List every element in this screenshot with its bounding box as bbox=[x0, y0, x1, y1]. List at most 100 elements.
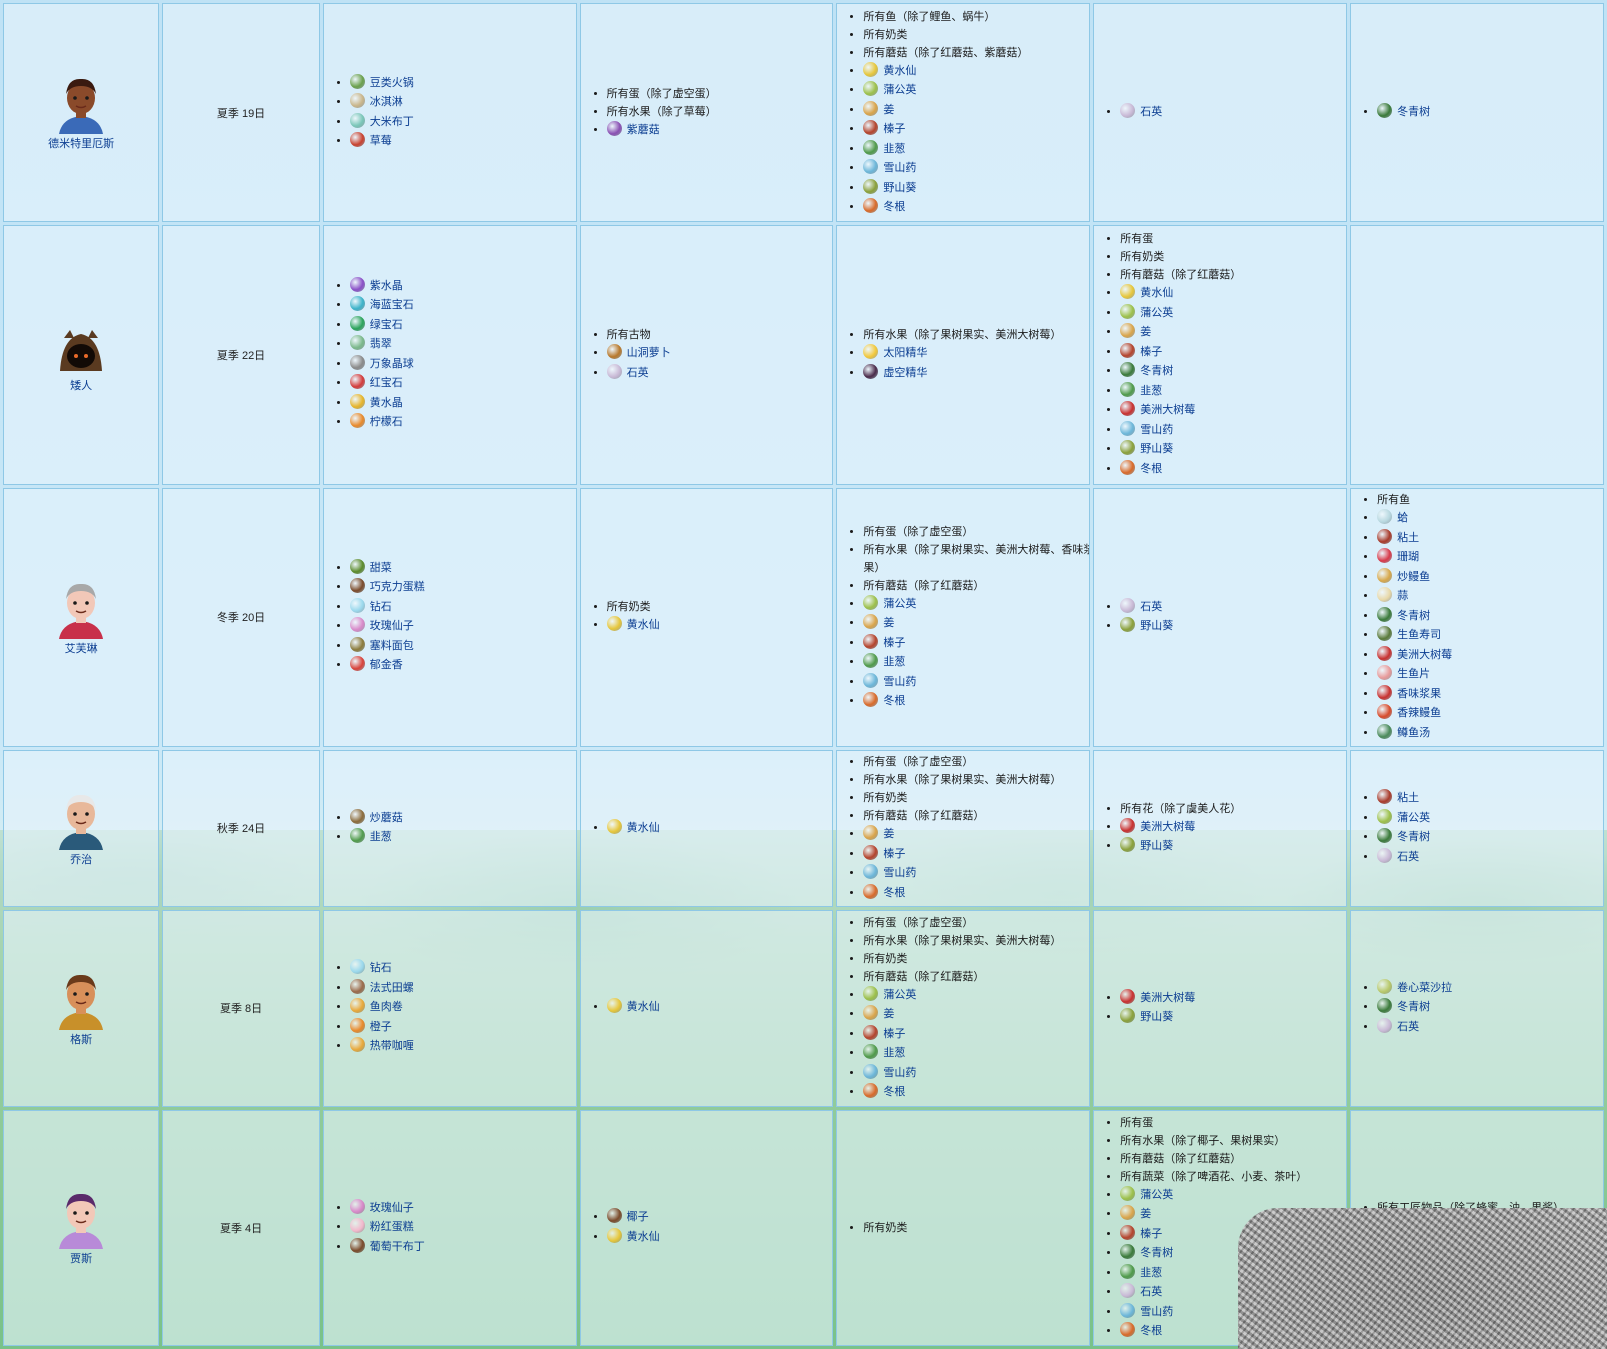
gift-item-link[interactable]: 橙子 bbox=[370, 1021, 392, 1033]
gift-item-link[interactable]: 冬青树 bbox=[1140, 1247, 1173, 1259]
gift-item-link[interactable]: 美洲大树莓 bbox=[1140, 404, 1195, 416]
gift-item-link[interactable]: 冬根 bbox=[1140, 1325, 1162, 1337]
gift-item-link[interactable]: 冬青树 bbox=[1397, 831, 1430, 843]
gift-item-link[interactable]: 黄水仙 bbox=[1140, 287, 1173, 299]
gus-portrait[interactable] bbox=[54, 970, 108, 1030]
character-name-link[interactable]: 乔治 bbox=[10, 851, 152, 867]
character-name-link[interactable]: 矮人 bbox=[10, 377, 152, 393]
gift-item-link[interactable]: 韭葱 bbox=[1140, 385, 1162, 397]
gift-item-link[interactable]: 雪山药 bbox=[883, 676, 916, 688]
gift-item-link[interactable]: 玫瑰仙子 bbox=[370, 620, 414, 632]
gift-item-link[interactable]: 红宝石 bbox=[370, 377, 403, 389]
gift-item-link[interactable]: 冬根 bbox=[883, 201, 905, 213]
dwarf-portrait[interactable] bbox=[54, 316, 108, 376]
character-name-link[interactable]: 贾斯 bbox=[10, 1250, 152, 1266]
gift-item-link[interactable]: 蒲公英 bbox=[883, 598, 916, 610]
gift-item-link[interactable]: 姜 bbox=[1140, 1208, 1151, 1220]
gift-item-link[interactable]: 紫水晶 bbox=[370, 280, 403, 292]
gift-item-link[interactable]: 石英 bbox=[1397, 1021, 1419, 1033]
gift-item-link[interactable]: 生鱼片 bbox=[1397, 668, 1430, 680]
gift-item-link[interactable]: 雪山药 bbox=[1140, 1306, 1173, 1318]
gift-item-link[interactable]: 冬青树 bbox=[1397, 610, 1430, 622]
gift-item-link[interactable]: 姜 bbox=[883, 1008, 894, 1020]
jas-portrait[interactable] bbox=[54, 1189, 108, 1250]
gift-item-link[interactable]: 冬青树 bbox=[1397, 106, 1430, 118]
gift-item-link[interactable]: 热带咖喱 bbox=[370, 1040, 414, 1052]
gift-item-link[interactable]: 野山葵 bbox=[883, 182, 916, 194]
gift-item-link[interactable]: 野山葵 bbox=[1140, 443, 1173, 455]
gift-item-link[interactable]: 柠檬石 bbox=[370, 416, 403, 428]
gift-item-link[interactable]: 榛子 bbox=[883, 848, 905, 860]
gift-item-link[interactable]: 翡翠 bbox=[370, 338, 392, 350]
gift-item-link[interactable]: 绿宝石 bbox=[370, 319, 403, 331]
gift-item-link[interactable]: 野山葵 bbox=[1140, 620, 1173, 632]
gift-item-link[interactable]: 冬根 bbox=[1140, 463, 1162, 475]
gift-item-link[interactable]: 太阳精华 bbox=[883, 347, 927, 359]
gift-item-link[interactable]: 韭葱 bbox=[883, 1047, 905, 1059]
gift-item-link[interactable]: 美洲大树莓 bbox=[1140, 821, 1195, 833]
gift-item-link[interactable]: 椰子 bbox=[627, 1211, 649, 1223]
gift-item-link[interactable]: 姜 bbox=[883, 104, 894, 116]
gift-item-link[interactable]: 葡萄干布丁 bbox=[370, 1241, 425, 1253]
gift-item-link[interactable]: 冬根 bbox=[883, 695, 905, 707]
character-name-link[interactable]: 格斯 bbox=[10, 1031, 152, 1047]
gift-item-link[interactable]: 玫瑰仙子 bbox=[370, 1202, 414, 1214]
gift-item-link[interactable]: 钻石 bbox=[370, 601, 392, 613]
gift-item-link[interactable]: 山洞萝卜 bbox=[627, 347, 671, 359]
gift-item-link[interactable]: 冬青树 bbox=[1397, 1001, 1430, 1013]
gift-item-link[interactable]: 豆类火锅 bbox=[370, 77, 414, 89]
gift-item-link[interactable]: 美洲大树莓 bbox=[1397, 649, 1452, 661]
gift-item-link[interactable]: 黄水仙 bbox=[627, 1231, 660, 1243]
gift-item-link[interactable]: 黄水仙 bbox=[627, 822, 660, 834]
gift-item-link[interactable]: 美洲大树莓 bbox=[1140, 992, 1195, 1004]
gift-item-link[interactable]: 野山葵 bbox=[1140, 840, 1173, 852]
gift-item-link[interactable]: 蛤 bbox=[1397, 512, 1408, 524]
gift-item-link[interactable]: 钻石 bbox=[370, 962, 392, 974]
gift-item-link[interactable]: 雪山药 bbox=[1140, 424, 1173, 436]
gift-item-link[interactable]: 炒蘑菇 bbox=[370, 812, 403, 824]
gift-item-link[interactable]: 榛子 bbox=[883, 123, 905, 135]
gift-item-link[interactable]: 榛子 bbox=[1140, 346, 1162, 358]
gift-item-link[interactable]: 生鱼寿司 bbox=[1397, 629, 1441, 641]
gift-item-link[interactable]: 石英 bbox=[1140, 106, 1162, 118]
gift-item-link[interactable]: 石英 bbox=[1140, 601, 1162, 613]
gift-item-link[interactable]: 冬青树 bbox=[1140, 365, 1173, 377]
gift-item-link[interactable]: 冬根 bbox=[883, 1086, 905, 1098]
gift-item-link[interactable]: 蒲公英 bbox=[883, 84, 916, 96]
gift-item-link[interactable]: 韭葱 bbox=[370, 831, 392, 843]
gift-item-link[interactable]: 蒲公英 bbox=[883, 989, 916, 1001]
gift-item-link[interactable]: 草莓 bbox=[370, 135, 392, 147]
gift-item-link[interactable]: 紫蘑菇 bbox=[627, 124, 660, 136]
demetrius-portrait[interactable] bbox=[54, 74, 108, 135]
gift-item-link[interactable]: 巧克力蛋糕 bbox=[370, 581, 425, 593]
gift-item-link[interactable]: 郁金香 bbox=[370, 659, 403, 671]
gift-item-link[interactable]: 蒲公英 bbox=[1140, 307, 1173, 319]
gift-item-link[interactable]: 榛子 bbox=[1140, 1228, 1162, 1240]
gift-item-link[interactable]: 粘土 bbox=[1397, 792, 1419, 804]
gift-item-link[interactable]: 榛子 bbox=[883, 637, 905, 649]
gift-item-link[interactable]: 雪山药 bbox=[883, 1067, 916, 1079]
gift-item-link[interactable]: 鱼肉卷 bbox=[370, 1001, 403, 1013]
gift-item-link[interactable]: 珊瑚 bbox=[1397, 551, 1419, 563]
gift-item-link[interactable]: 黄水仙 bbox=[627, 619, 660, 631]
gift-item-link[interactable]: 法式田螺 bbox=[370, 982, 414, 994]
gift-item-link[interactable]: 姜 bbox=[1140, 326, 1151, 338]
gift-item-link[interactable]: 榛子 bbox=[883, 1028, 905, 1040]
gift-item-link[interactable]: 卷心菜沙拉 bbox=[1397, 982, 1452, 994]
gift-item-link[interactable]: 海蓝宝石 bbox=[370, 299, 414, 311]
gift-item-link[interactable]: 炒鳗鱼 bbox=[1397, 571, 1430, 583]
gift-item-link[interactable]: 粘土 bbox=[1397, 532, 1419, 544]
gift-item-link[interactable]: 大米布丁 bbox=[370, 116, 414, 128]
gift-item-link[interactable]: 甜菜 bbox=[370, 562, 392, 574]
gift-item-link[interactable]: 香味浆果 bbox=[1397, 688, 1441, 700]
gift-item-link[interactable]: 粉红蛋糕 bbox=[370, 1221, 414, 1233]
gift-item-link[interactable]: 虚空精华 bbox=[883, 367, 927, 379]
character-name-link[interactable]: 德米特里厄斯 bbox=[10, 135, 152, 151]
gift-item-link[interactable]: 雪山药 bbox=[883, 867, 916, 879]
gift-item-link[interactable]: 塞料面包 bbox=[370, 640, 414, 652]
gift-item-link[interactable]: 雪山药 bbox=[883, 162, 916, 174]
character-name-link[interactable]: 艾芙琳 bbox=[10, 640, 152, 656]
gift-item-link[interactable]: 韭葱 bbox=[1140, 1267, 1162, 1279]
gift-item-link[interactable]: 蒲公英 bbox=[1140, 1189, 1173, 1201]
gift-item-link[interactable]: 万象晶球 bbox=[370, 358, 414, 370]
